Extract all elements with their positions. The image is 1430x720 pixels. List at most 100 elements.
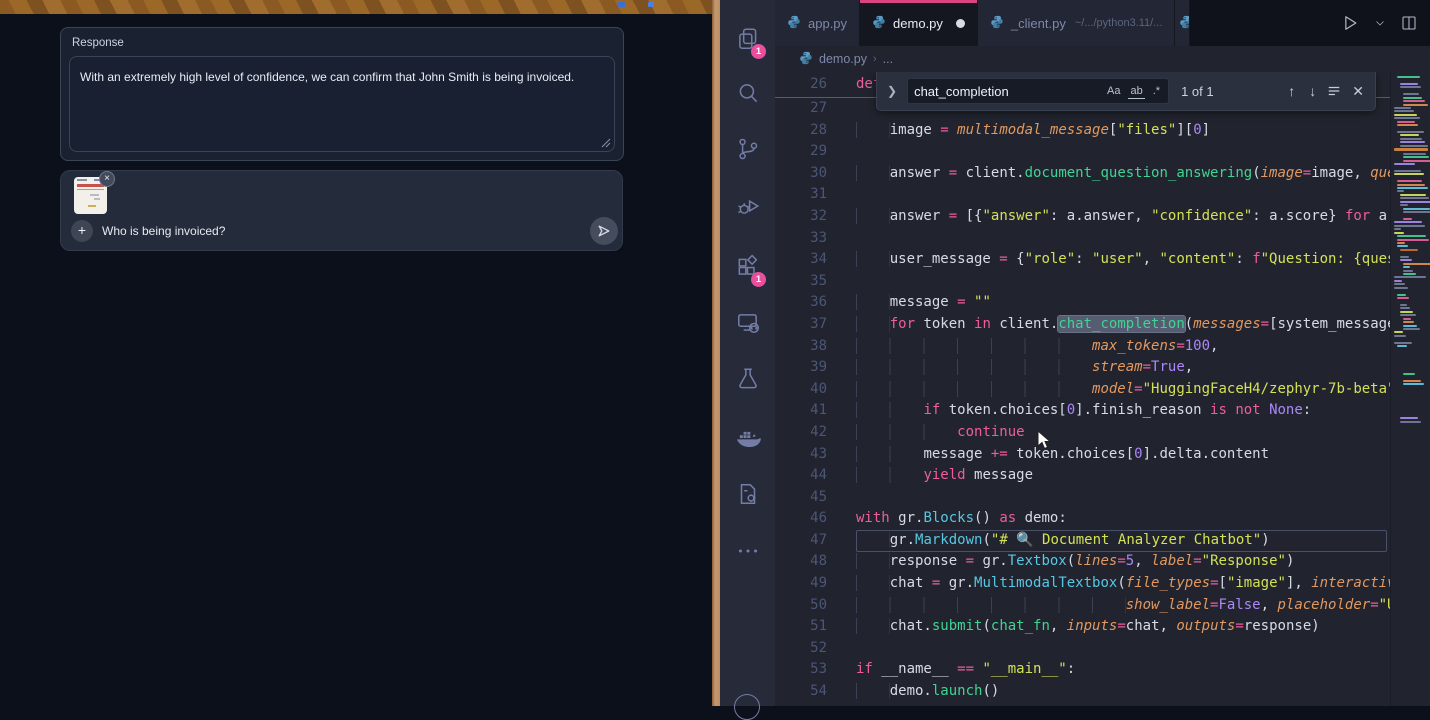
account-icon[interactable] [734, 694, 760, 720]
find-widget: ❯ chat_completion Aa ab .* 1 of 1 ↑ ↓ ✕ [876, 72, 1376, 111]
unsaved-dot [956, 19, 965, 28]
code-row: 32 answer = [{"answer": a.answer, "confi… [775, 206, 1390, 228]
explorer-icon[interactable]: 1 [720, 14, 775, 64]
code-row: 44 yield message [775, 465, 1390, 487]
tab-overflow-sliver[interactable] [1175, 0, 1190, 46]
code-row: 28 image = multimodal_message["files"][0… [775, 120, 1390, 142]
tab-path-hint: ~/.../python3.11/... [1075, 17, 1163, 29]
code-row: 38 max_tokens=100, [775, 336, 1390, 358]
source-control-icon[interactable] [720, 124, 775, 174]
find-in-selection-icon[interactable] [1327, 84, 1341, 98]
next-match-icon[interactable]: ↓ [1306, 83, 1319, 99]
expand-replace-chevron-icon[interactable]: ❯ [885, 84, 899, 98]
thumb-detail [77, 184, 104, 187]
desktop-gap [712, 0, 720, 706]
editor-actions [1190, 0, 1430, 46]
breadcrumb[interactable]: demo.py › ... [775, 46, 1430, 72]
response-block: Response With an extremely high level of… [60, 27, 624, 161]
code-row: 53if __name__ == "__main__": [775, 659, 1390, 681]
code-row: 51 chat.submit(chat_fn, inputs=chat, out… [775, 616, 1390, 638]
thumb-detail [94, 198, 100, 200]
code-row: 35 [775, 271, 1390, 293]
remote-explorer-icon[interactable] [720, 298, 775, 348]
response-textarea[interactable]: With an extremely high level of confiden… [69, 56, 615, 152]
code-row: 55 [775, 703, 1390, 706]
code-row: 41 if token.choices[0].finish_reason is … [775, 400, 1390, 422]
code-row: 36 message = "" [775, 292, 1390, 314]
breadcrumb-separator: › [873, 53, 877, 65]
python-file-icon [799, 51, 813, 68]
remove-attachment-button[interactable]: × [99, 171, 115, 187]
find-input[interactable]: chat_completion Aa ab .* [907, 78, 1169, 104]
extensions-badge: 1 [751, 272, 766, 287]
minimap[interactable] [1390, 72, 1430, 706]
tab-client-py[interactable]: _client.py ~/.../python3.11/... [978, 0, 1175, 46]
code-row: 30 answer = client.document_question_ans… [775, 163, 1390, 185]
code-row: 48 response = gr.Textbox(lines=5, label=… [775, 551, 1390, 573]
response-label: Response [72, 37, 124, 49]
python-file-icon [787, 15, 801, 32]
run-and-debug-icon[interactable] [720, 181, 775, 231]
find-query-text: chat_completion [914, 84, 1099, 99]
python-file-icon [990, 15, 1004, 32]
split-editor-icon[interactable] [1400, 14, 1418, 32]
tab-label: _client.py [1011, 16, 1066, 31]
thumb-detail [90, 194, 99, 196]
python-file-icon [1179, 15, 1190, 32]
close-find-icon[interactable]: ✕ [1349, 83, 1367, 100]
code-row: 29 [775, 141, 1390, 163]
thumb-detail [77, 179, 87, 181]
regex-toggle[interactable]: .* [1151, 84, 1162, 98]
whole-word-toggle[interactable]: ab [1128, 84, 1144, 99]
thumb-detail [88, 205, 96, 207]
code-row: 39 stream=True, [775, 357, 1390, 379]
thumb-detail [77, 189, 104, 190]
breadcrumb-file[interactable]: demo.py [819, 52, 867, 66]
wallpaper-speck [618, 2, 625, 7]
chat-input-text[interactable]: Who is being invoiced? [102, 224, 225, 238]
add-attachment-button[interactable]: + [71, 220, 93, 242]
code-row: 46with gr.Blocks() as demo: [775, 508, 1390, 530]
tab-app-py[interactable]: app.py [775, 0, 860, 46]
code-row: 49 chat = gr.MultimodalTextbox(file_type… [775, 573, 1390, 595]
wallpaper-speck [648, 2, 654, 7]
tab-label: app.py [808, 16, 847, 31]
code-row: 43 message += token.choices[0].delta.con… [775, 444, 1390, 466]
extensions-icon[interactable]: 1 [720, 242, 775, 292]
testing-beaker-icon[interactable] [720, 354, 775, 404]
python-file-icon [872, 15, 886, 32]
docker-icon[interactable] [720, 412, 775, 462]
code-row: 54 demo.launch() [775, 681, 1390, 703]
resize-handle-icon[interactable] [601, 138, 611, 148]
tools-file-gear-icon[interactable] [720, 469, 775, 519]
code-row: 40 model="HuggingFaceH4/zephyr-7b-beta") [775, 379, 1390, 401]
match-case-toggle[interactable]: Aa [1105, 84, 1122, 98]
multimodal-chat-input: × + Who is being invoiced? [60, 170, 623, 251]
tab-bar: app.py demo.py _client.py ~/.../python3.… [775, 0, 1430, 46]
code-row: 42 continue [775, 422, 1390, 444]
previous-match-icon[interactable]: ↑ [1285, 83, 1298, 99]
activity-bar: 1 1 [720, 0, 775, 706]
code-row: 52 [775, 638, 1390, 660]
code-lines: 2728 image = multimodal_message["files"]… [775, 98, 1390, 706]
code-row: 34 user_message = {"role": "user", "cont… [775, 249, 1390, 271]
minimap-content [1394, 76, 1429, 428]
breadcrumb-rest[interactable]: ... [883, 52, 893, 66]
code-row: 31 [775, 184, 1390, 206]
explorer-badge: 1 [751, 44, 766, 59]
response-text: With an extremely high level of confiden… [80, 70, 574, 84]
search-icon[interactable] [720, 68, 775, 118]
send-button[interactable] [590, 217, 618, 245]
find-results-count: 1 of 1 [1181, 84, 1277, 99]
code-row: 37 for token in client.chat_completion(m… [775, 314, 1390, 336]
current-line-highlight [856, 530, 1387, 552]
vscode-window: 1 1 [720, 0, 1430, 706]
gradio-app-window: Response With an extremely high level of… [0, 0, 712, 706]
code-row: 50 show_label=False, placeholder="Upload… [775, 595, 1390, 617]
run-dropdown-chevron-icon[interactable] [1374, 17, 1386, 29]
tab-demo-py[interactable]: demo.py [860, 0, 978, 46]
more-actions-icon[interactable] [720, 526, 775, 576]
run-file-icon[interactable] [1340, 13, 1360, 33]
code-row: 33 [775, 228, 1390, 250]
code-editor[interactable]: 2728 image = multimodal_message["files"]… [775, 72, 1430, 706]
